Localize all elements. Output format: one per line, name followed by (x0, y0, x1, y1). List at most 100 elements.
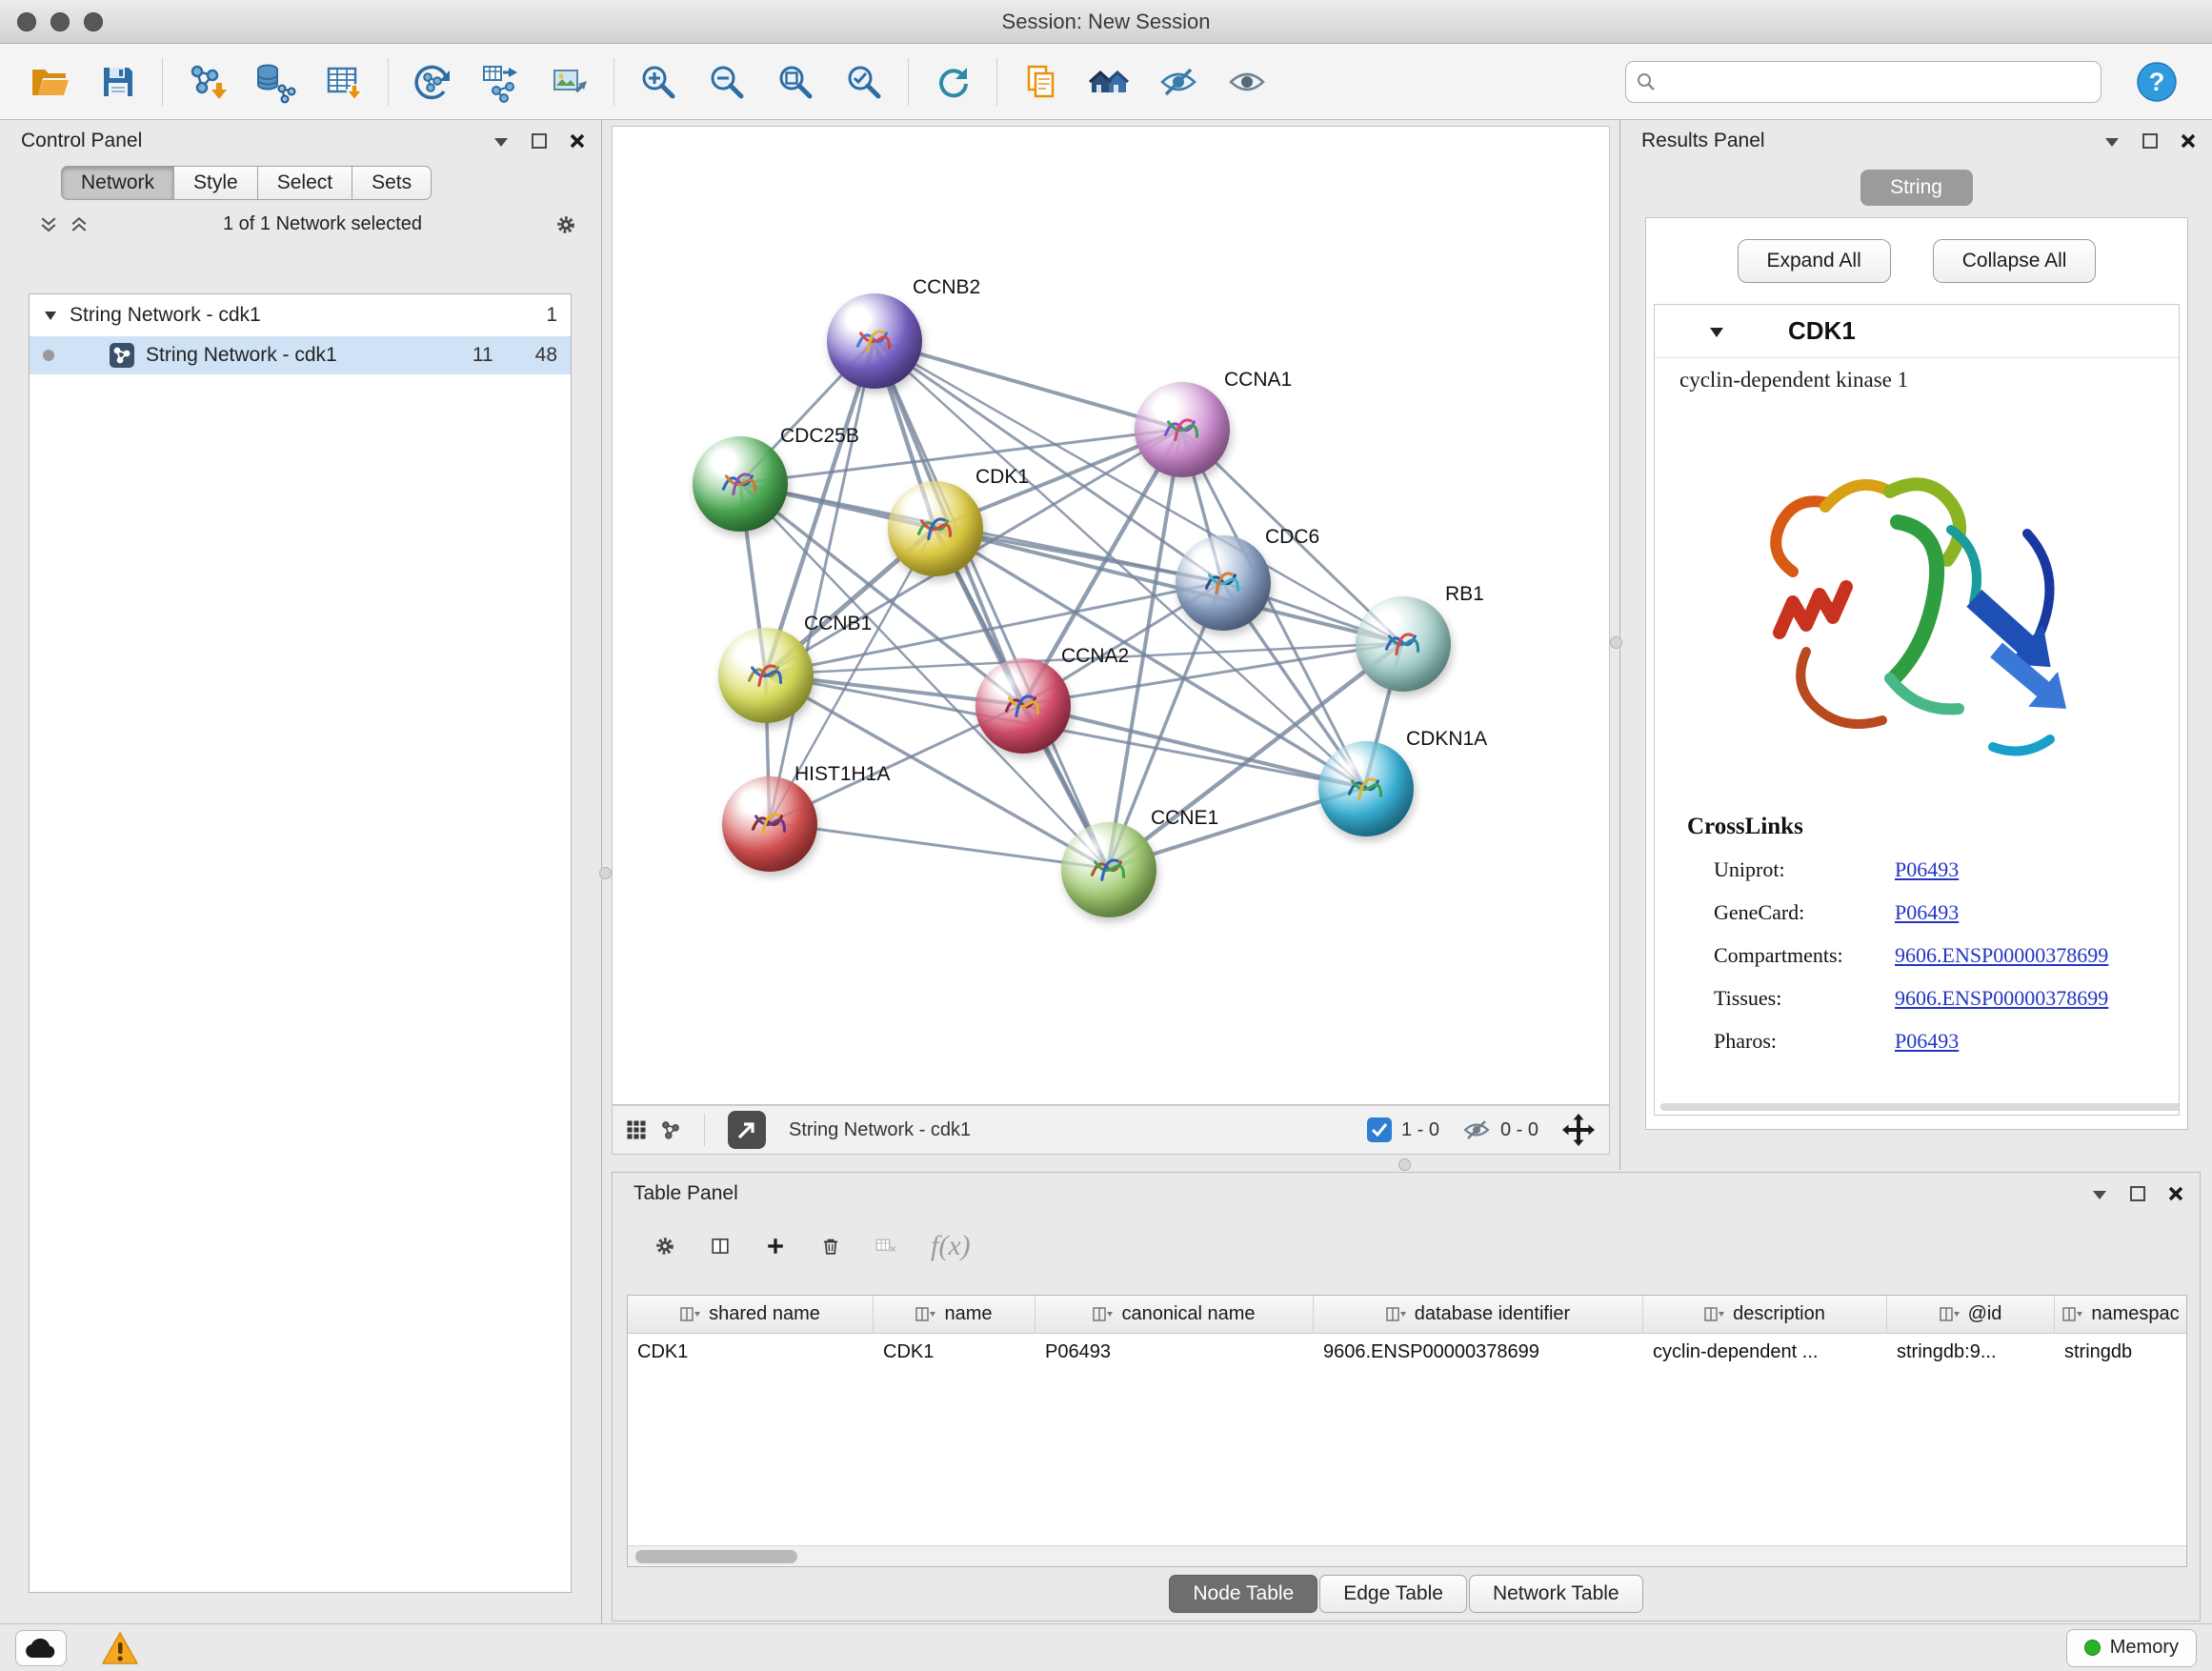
collapse-all-button[interactable]: Collapse All (1933, 239, 2097, 283)
network-node-ccnb2[interactable] (827, 293, 922, 389)
column-header-database-identifier[interactable]: database identifier (1314, 1296, 1643, 1333)
panel-close-button[interactable] (2165, 1183, 2186, 1204)
tab-select[interactable]: Select (258, 166, 352, 200)
zoom-in-button[interactable] (624, 50, 693, 113)
search-box[interactable] (1625, 61, 2101, 103)
panel-close-button[interactable] (2178, 131, 2199, 151)
crosslink-value-link[interactable]: P06493 (1895, 857, 1959, 882)
search-input[interactable] (1664, 70, 2091, 93)
panel-maximize-button[interactable] (2127, 1183, 2148, 1204)
tab-edge-table[interactable]: Edge Table (1319, 1575, 1467, 1613)
panel-maximize-button[interactable] (2140, 131, 2161, 151)
network-node-cdc25b[interactable] (693, 436, 788, 532)
scrollbar-thumb[interactable] (635, 1550, 797, 1563)
tab-node-table[interactable]: Node Table (1169, 1575, 1317, 1613)
first-neighbors-button[interactable] (1076, 50, 1144, 113)
zoom-out-button[interactable] (693, 50, 761, 113)
cell-canonical-name[interactable]: P06493 (1036, 1341, 1314, 1363)
close-window-button[interactable] (17, 12, 36, 31)
hide-selected-button[interactable] (1144, 50, 1213, 113)
tab-style[interactable]: Style (174, 166, 258, 200)
zoom-window-button[interactable] (84, 12, 103, 31)
column-header-shared-name[interactable]: shared name (628, 1296, 874, 1333)
open-in-new-window-button[interactable] (728, 1111, 766, 1149)
network-row-selected[interactable]: String Network - cdk1 11 48 (30, 336, 571, 374)
export-image-button[interactable] (535, 50, 604, 113)
function-builder-label[interactable]: f(x) (931, 1230, 971, 1262)
network-from-table-button[interactable] (467, 50, 535, 113)
expand-all-networks-icon[interactable] (38, 214, 59, 235)
network-node-cdc6[interactable] (1176, 535, 1271, 631)
network-share-icon[interactable] (660, 1119, 681, 1140)
panel-float-button[interactable] (2089, 1183, 2110, 1204)
panel-float-button[interactable] (491, 131, 512, 151)
memory-button[interactable]: Memory (2066, 1629, 2197, 1667)
column-header-description[interactable]: description (1643, 1296, 1887, 1333)
save-session-button[interactable] (84, 50, 152, 113)
cell-name[interactable]: CDK1 (874, 1341, 1036, 1363)
import-network-database-button[interactable] (241, 50, 310, 113)
network-node-rb1[interactable] (1356, 596, 1451, 692)
expand-all-button[interactable]: Expand All (1738, 239, 1891, 283)
crosslink-value-link[interactable]: P06493 (1895, 900, 1959, 925)
open-session-button[interactable] (15, 50, 84, 113)
new-network-button[interactable] (398, 50, 467, 113)
pan-crosshair-icon[interactable] (1561, 1113, 1596, 1147)
show-all-button[interactable] (1213, 50, 1281, 113)
crosslink-value-link[interactable]: P06493 (1895, 1029, 1959, 1054)
panel-maximize-button[interactable] (529, 131, 550, 151)
crosslink-value-link[interactable]: 9606.ENSP00000378699 (1895, 986, 2108, 1011)
network-node-ccna1[interactable] (1135, 382, 1230, 477)
network-canvas[interactable]: CCNB2CCNA1CDC25BCDK1CDC6RB1CCNB1CCNA2CDK… (612, 126, 1610, 1105)
results-scrollbar[interactable] (1660, 1103, 2180, 1111)
cell-shared-name[interactable]: CDK1 (628, 1341, 874, 1363)
panel-close-button[interactable] (567, 131, 588, 151)
cell-description[interactable]: cyclin-dependent ... (1643, 1341, 1887, 1363)
tab-network-table[interactable]: Network Table (1469, 1575, 1643, 1613)
network-node-ccnb1[interactable] (718, 628, 814, 723)
network-node-hist1h1a[interactable] (722, 776, 817, 872)
section-collapse-icon[interactable] (1708, 323, 1725, 340)
cell--id[interactable]: stringdb:9... (1887, 1341, 2055, 1363)
column-header-canonical-name[interactable]: canonical name (1036, 1296, 1314, 1333)
refresh-button[interactable] (918, 50, 987, 113)
bottom-splitter-handle[interactable] (1398, 1158, 1411, 1171)
network-node-cdkn1a[interactable] (1318, 741, 1414, 836)
gear-icon[interactable] (555, 214, 576, 235)
duplicate-document-button[interactable] (1007, 50, 1076, 113)
column-header-name[interactable]: name (874, 1296, 1036, 1333)
table-settings-gear-icon[interactable] (654, 1236, 675, 1257)
warning-button[interactable] (99, 1629, 141, 1667)
tab-network[interactable]: Network (61, 166, 174, 200)
birdseye-grid-icon[interactable] (626, 1119, 647, 1140)
minimize-window-button[interactable] (50, 12, 70, 31)
tab-sets[interactable]: Sets (352, 166, 432, 200)
network-node-ccne1[interactable] (1061, 822, 1156, 917)
tree-expand-icon[interactable] (43, 308, 58, 323)
panel-float-button[interactable] (2101, 131, 2122, 151)
import-table-button[interactable] (310, 50, 378, 113)
import-network-file-button[interactable] (172, 50, 241, 113)
cell-namespac[interactable]: stringdb (2055, 1341, 2187, 1363)
column-header--id[interactable]: @id (1887, 1296, 2055, 1333)
tab-string[interactable]: String (1860, 170, 1973, 206)
protein-section-header[interactable]: CDK1 (1655, 305, 2179, 358)
network-node-cdk1[interactable] (888, 481, 983, 576)
left-splitter-handle[interactable] (599, 867, 612, 879)
table-row[interactable]: CDK1CDK1P064939606.ENSP00000378699cyclin… (628, 1334, 2186, 1370)
right-splitter-handle[interactable] (1610, 636, 1622, 649)
zoom-selected-button[interactable] (830, 50, 898, 113)
cell-database-identifier[interactable]: 9606.ENSP00000378699 (1314, 1341, 1643, 1363)
network-collection-row[interactable]: String Network - cdk1 1 (30, 294, 571, 336)
show-columns-icon[interactable] (710, 1236, 731, 1257)
cloud-button[interactable] (15, 1630, 67, 1666)
zoom-fit-button[interactable] (761, 50, 830, 113)
delete-column-trash-icon[interactable] (820, 1236, 841, 1257)
help-button[interactable]: ? (2122, 50, 2191, 113)
crosslink-value-link[interactable]: 9606.ENSP00000378699 (1895, 943, 2108, 968)
collapse-all-networks-icon[interactable] (69, 214, 90, 235)
hidden-eye-icon[interactable] (1462, 1118, 1491, 1141)
column-header-namespac[interactable]: namespac (2055, 1296, 2187, 1333)
network-node-ccna2[interactable] (975, 658, 1071, 754)
add-column-icon[interactable] (765, 1236, 786, 1257)
